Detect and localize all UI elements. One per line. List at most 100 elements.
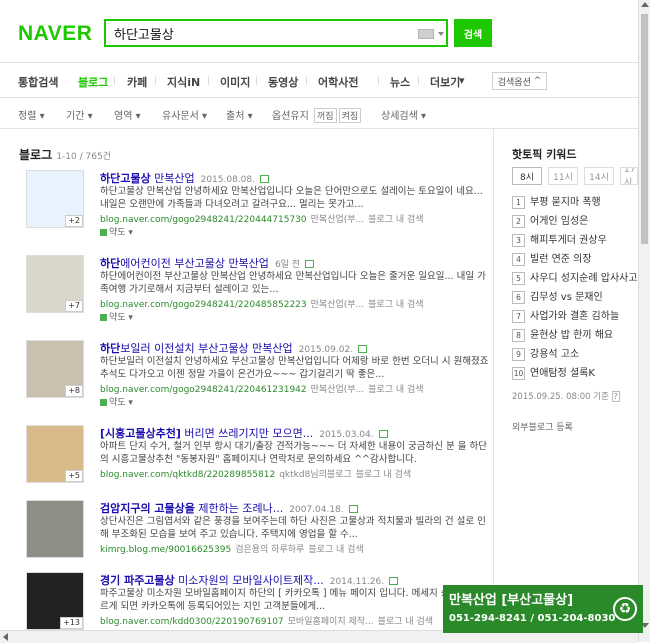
result-title[interactable]: [시흥고물상추천] 버리면 쓰레기지만 모으면... 2015.03.04. (100, 425, 388, 441)
thumbnail-count-badge: +8 (65, 385, 83, 397)
hot-keyword-item[interactable]: 1 부평 묻지마 폭행 (512, 193, 638, 211)
tab-more[interactable]: 더보기 (430, 74, 460, 90)
hot-keyword-item[interactable]: 5 사우디 성지순례 압사사고 (512, 269, 638, 287)
result-blog-name[interactable]: 만복산업(부... (311, 385, 365, 395)
share-icon[interactable] (358, 345, 368, 353)
chevron-down-icon[interactable]: ▾ (459, 74, 465, 87)
result-snippet: 하단보일러 이전설치 안녕하세요 부산고물상 만복산업입니다 어제랑 바로 한번… (100, 356, 489, 380)
share-icon[interactable] (378, 430, 388, 438)
keyword-rank: 3 (512, 233, 525, 247)
result-blog-name[interactable]: 검은용의 하루하루 (235, 545, 304, 555)
search-button[interactable]: 검색 (454, 19, 492, 47)
result-thumbnail[interactable] (26, 500, 84, 558)
route-link[interactable]: 약도 ▾ (100, 225, 133, 238)
route-link[interactable]: 약도 ▾ (100, 310, 133, 323)
search-box[interactable] (104, 19, 448, 47)
result-thumbnail[interactable]: +8 (26, 340, 84, 398)
share-icon[interactable] (260, 175, 269, 183)
result-url[interactable]: blog.naver.com/gogo2948241/220461231942 (100, 385, 307, 395)
keep-off-chip[interactable]: 꺼짐 (314, 108, 337, 123)
filter-sort[interactable]: 정렬 ▾ (18, 107, 45, 122)
result-snippet: 파주고물상 미소자원 모바일홈페이지 하단의 [ 카카오톡 ] 메뉴 페이지 입… (100, 588, 488, 612)
filter-period[interactable]: 기간 ▾ (66, 107, 93, 122)
blog-inner-search-link[interactable]: 블로그 내 검색 (368, 215, 423, 225)
result-title-keyword: [시흥고물상추천] (100, 427, 181, 440)
result-title[interactable]: 하단보일러 이전설치 부산고물상 만복산업 2015.09.02. (100, 340, 368, 356)
result-blog-name[interactable]: qktkd8님의블로그 (279, 470, 352, 480)
blog-inner-search-link[interactable]: 블로그 내 검색 (368, 300, 423, 310)
result-title[interactable]: 검암지구의 고물상을 제한하는 조례나... 2007.04.18. (100, 500, 358, 516)
hot-keyword-item[interactable]: 7 사업가와 결혼 김하늘 (512, 307, 638, 325)
result-thumbnail[interactable]: +7 (26, 255, 84, 313)
filter-similar[interactable]: 유사문서 ▾ (162, 107, 207, 122)
result-url[interactable]: blog.naver.com/gogo2948241/220444715730 (100, 215, 307, 225)
header: NAVER 검색 (0, 0, 638, 63)
result-blog-name[interactable]: 만복산업(부... (311, 300, 365, 310)
blog-inner-search-link[interactable]: 블로그 내 검색 (308, 545, 363, 555)
result-blog-name[interactable]: 모바일홈페이지 제작... (288, 617, 374, 627)
hot-keyword-item[interactable]: 8 윤현상 밥 한끼 해요 (512, 326, 638, 344)
result-url-row: blog.naver.com/gogo2948241/220444715730 만… (100, 212, 424, 225)
blog-inner-search-link[interactable]: 블로그 내 검색 (368, 385, 423, 395)
search-options-button[interactable]: 검색옵션 ^ (492, 72, 547, 90)
share-icon[interactable] (389, 577, 399, 585)
result-url[interactable]: blog.naver.com/kdd0300/220190769107 (100, 617, 284, 627)
tab-news[interactable]: 뉴스 (390, 74, 410, 90)
keyword-rank: 8 (512, 328, 525, 342)
banner-company: 만복산업 [부산고물상] (449, 593, 574, 608)
ad-banner[interactable]: 만복산업 [부산고물상] 051-294-8241 / 051-204-8030… (443, 585, 643, 633)
search-input[interactable] (114, 24, 404, 42)
result-thumbnail[interactable]: +2 (26, 170, 84, 228)
filter-source[interactable]: 출처 ▾ (226, 107, 253, 122)
tab-image[interactable]: 이미지 (220, 74, 250, 90)
tab-all[interactable]: 통합검색 (18, 74, 58, 90)
result-url[interactable]: blog.naver.com/gogo2948241/220485852223 (100, 300, 307, 310)
share-icon[interactable] (305, 260, 315, 268)
hot-keyword-item[interactable]: 9 강용석 고소 (512, 345, 638, 363)
blog-inner-search-link[interactable]: 블로그 내 검색 (378, 617, 433, 627)
blog-inner-search-link[interactable]: 블로그 내 검색 (356, 470, 411, 480)
time-tab-11[interactable]: 11시 (548, 167, 578, 185)
keyboard-icon[interactable] (418, 29, 434, 39)
time-tab-14[interactable]: 14시 (584, 167, 614, 185)
result-thumbnail[interactable]: +5 (26, 425, 84, 483)
vertical-scrollbar[interactable] (638, 0, 650, 642)
keep-on-chip[interactable]: 켜짐 (338, 108, 362, 123)
time-tab-8[interactable]: 8시 (512, 167, 542, 185)
time-tab-17[interactable]: 17시 (620, 167, 638, 185)
tab-kin[interactable]: 지식iN (167, 74, 200, 90)
thumbnail-count-badge: +2 (65, 215, 83, 227)
filter-area-label: 영역 (114, 111, 133, 122)
tab-blog[interactable]: 블로그 (78, 74, 108, 90)
hot-keyword-item[interactable]: 3 해피투게더 권상우 (512, 231, 638, 249)
share-icon[interactable] (348, 505, 358, 513)
chevron-down-icon[interactable] (438, 32, 444, 36)
hot-keyword-item[interactable]: 6 김무성 vs 문재인 (512, 288, 638, 306)
result-title[interactable]: 경기 파주고물상 미소자원의 모바일사이트제작... 2014.11.26. (100, 572, 399, 588)
tab-cafe[interactable]: 카페 (127, 74, 147, 90)
route-link[interactable]: 약도 ▾ (100, 395, 133, 408)
result-url[interactable]: blog.naver.com/qktkd8/220289855812 (100, 470, 275, 480)
map-icon (100, 399, 107, 406)
external-blog-link[interactable]: 외부블로그 등록 (512, 420, 573, 433)
scroll-up-icon[interactable] (641, 2, 649, 7)
tab-video[interactable]: 동영상 (268, 74, 298, 90)
result-blog-name[interactable]: 만복산업(부... (311, 215, 365, 225)
result-url[interactable]: kimrg.blog.me/90016625395 (100, 545, 231, 555)
column-divider (493, 128, 494, 642)
hot-keyword-item[interactable]: 4 빌런 연준 의장 (512, 250, 638, 268)
scroll-thumb[interactable] (641, 14, 648, 244)
result-title[interactable]: 하단고물상 만복산업 2015.08.08. (100, 170, 269, 186)
keyword-text: 빌런 연준 의장 (530, 254, 592, 265)
filter-area[interactable]: 영역 ▾ (114, 107, 141, 122)
filter-sort-label: 정렬 (18, 111, 37, 122)
result-thumbnail[interactable]: +13 (26, 572, 84, 630)
scroll-left-icon[interactable] (3, 633, 8, 641)
help-icon[interactable]: ? (611, 391, 620, 402)
result-title[interactable]: 하단에어컨이전 부산고물상 만복산업 6일 전 (100, 255, 315, 271)
hot-keyword-item[interactable]: 10 연애탐정 셜록K (512, 364, 638, 382)
tab-dictionary[interactable]: 어학사전 (318, 74, 358, 90)
filter-detail[interactable]: 상세검색 ▾ (381, 107, 426, 122)
naver-logo[interactable]: NAVER (18, 22, 92, 46)
hot-keyword-item[interactable]: 2 어게인 임성은 (512, 212, 638, 230)
